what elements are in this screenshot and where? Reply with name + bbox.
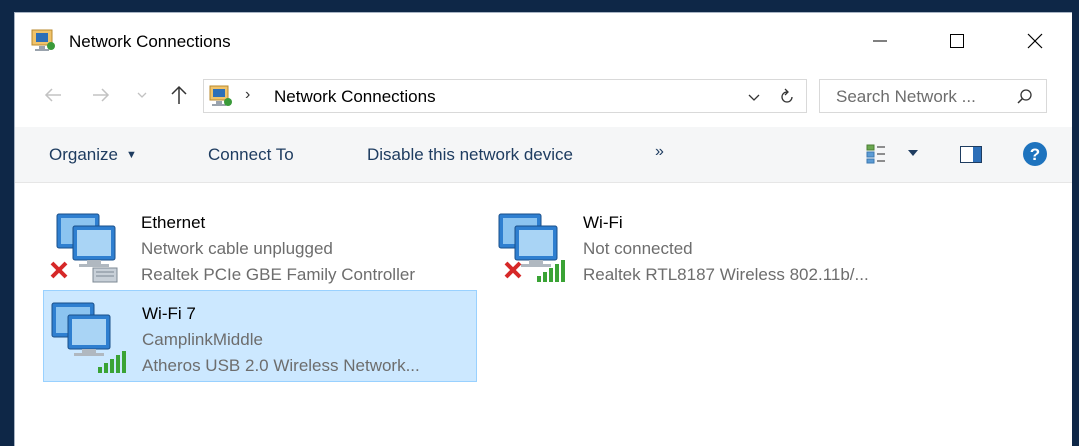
connection-name: Ethernet [141, 213, 206, 232]
minimize-icon [873, 40, 887, 42]
connection-device: Atheros USB 2.0 Wireless Network... [142, 356, 420, 375]
connection-name: Wi-Fi [583, 213, 623, 232]
close-button[interactable] [1013, 21, 1057, 61]
breadcrumb-network-connections[interactable]: Network Connections [274, 87, 436, 107]
title-bar: Network Connections [15, 13, 1072, 69]
organize-label: Organize [49, 145, 118, 164]
back-button[interactable] [41, 83, 65, 107]
arrow-right-icon [93, 88, 110, 102]
arrow-left-icon [44, 88, 61, 102]
maximize-button[interactable] [935, 21, 979, 61]
chevron-down-icon[interactable] [746, 89, 762, 105]
svg-text:?: ? [1030, 145, 1040, 164]
connection-wi-fi[interactable]: Wi-Fi Not connected Realtek RTL8187 Wire… [485, 198, 919, 290]
minimize-button[interactable] [858, 21, 902, 61]
connect-to-button[interactable]: Connect To [208, 145, 294, 165]
connection-status: CamplinkMiddle [142, 330, 263, 349]
wifi-adapter-icon [51, 302, 126, 373]
network-connections-icon [209, 85, 232, 106]
connection-ethernet[interactable]: Ethernet Network cable unplugged Realtek… [43, 198, 477, 290]
connection-name: Wi-Fi 7 [142, 304, 196, 323]
up-button[interactable] [167, 83, 191, 107]
command-bar: Organize ▼ Connect To Disable this networ… [15, 127, 1072, 183]
breadcrumb-separator: › [245, 86, 251, 103]
close-icon [1027, 33, 1043, 49]
connection-wi-fi-7[interactable]: Wi-Fi 7 CamplinkMiddle Atheros USB 2.0 W… [43, 290, 477, 382]
connections-list: Ethernet Network cable unplugged Realtek… [15, 184, 1072, 446]
maximize-icon [950, 34, 964, 48]
change-view-icon[interactable] [866, 144, 886, 164]
refresh-icon[interactable] [777, 87, 797, 107]
connection-status: Network cable unplugged [141, 239, 333, 258]
connection-status: Not connected [583, 239, 693, 258]
chevron-down-icon [137, 92, 147, 98]
search-input[interactable]: Search Network ... [819, 79, 1047, 113]
network-connections-window: Network Connections › Network Connection… [14, 12, 1072, 446]
organize-menu[interactable]: Organize ▼ [49, 145, 137, 165]
search-placeholder: Search Network ... [836, 87, 976, 106]
network-connections-icon [31, 29, 55, 51]
window-title: Network Connections [69, 32, 231, 51]
more-commands-button[interactable]: » [655, 143, 664, 161]
search-icon [1017, 89, 1032, 104]
recent-locations-button[interactable] [135, 83, 149, 107]
preview-pane-icon[interactable] [960, 146, 982, 163]
caret-down-icon[interactable] [907, 149, 919, 157]
connection-device: Realtek PCIe GBE Family Controller [141, 265, 415, 284]
error-x-icon [50, 261, 68, 279]
caret-down-icon: ▼ [125, 149, 137, 161]
error-x-icon [504, 261, 522, 279]
arrow-up-icon [171, 85, 187, 104]
help-icon[interactable]: ? [1022, 141, 1048, 167]
disable-device-button[interactable]: Disable this network device [367, 145, 573, 165]
connection-device: Realtek RTL8187 Wireless 802.11b/... [583, 265, 869, 284]
address-bar[interactable]: › Network Connections [203, 79, 807, 113]
forward-button[interactable] [89, 83, 113, 107]
navigation-bar: › Network Connections Search Network ... [15, 73, 1072, 117]
